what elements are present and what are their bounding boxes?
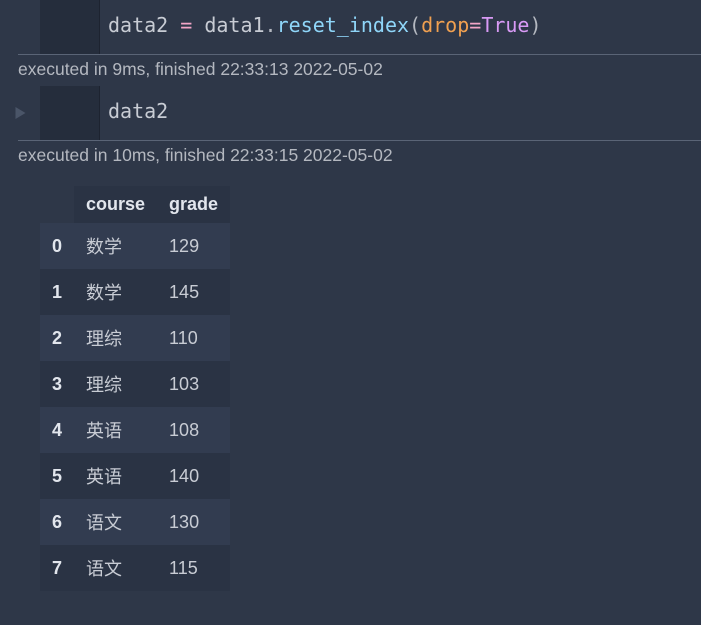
table-cell: 数学 (74, 223, 157, 269)
code-token: . (265, 13, 277, 37)
table-cell: 108 (157, 407, 230, 453)
code-editor[interactable]: data2 (100, 86, 701, 140)
table-row: 5英语140 (40, 453, 230, 499)
table-corner (40, 186, 74, 223)
cell-output: coursegrade 0数学1291数学1452理综1103理综1034英语1… (0, 172, 701, 591)
code-editor[interactable]: data2 = data1.reset_index(drop=True) (100, 0, 701, 54)
table-row: 0数学129 (40, 223, 230, 269)
table-cell: 140 (157, 453, 230, 499)
row-index: 7 (40, 545, 74, 591)
code-cell-2: data2 executed in 10ms, finished 22:33:1… (0, 86, 701, 172)
table-row: 7语文115 (40, 545, 230, 591)
row-index: 6 (40, 499, 74, 545)
table-cell: 115 (157, 545, 230, 591)
cell-gutter[interactable] (0, 86, 40, 140)
code-cell-1: data2 = data1.reset_index(drop=True) exe… (0, 0, 701, 86)
code-token: drop (421, 13, 469, 37)
execution-status: executed in 9ms, finished 22:33:13 2022-… (18, 54, 701, 86)
prompt-strip[interactable] (40, 86, 100, 140)
table-row: 1数学145 (40, 269, 230, 315)
table-row: 6语文130 (40, 499, 230, 545)
code-token: data1 (192, 13, 264, 37)
table-row: 2理综110 (40, 315, 230, 361)
code-token: = (180, 13, 192, 37)
row-index: 5 (40, 453, 74, 499)
table-row: 3理综103 (40, 361, 230, 407)
cell-gutter[interactable] (0, 0, 40, 54)
code-token: = (469, 13, 481, 37)
table-cell: 数学 (74, 269, 157, 315)
code-token: data2 (108, 99, 168, 123)
row-index: 0 (40, 223, 74, 269)
run-icon[interactable] (15, 107, 26, 119)
row-index: 2 (40, 315, 74, 361)
column-header: course (74, 186, 157, 223)
table-cell: 英语 (74, 453, 157, 499)
row-index: 3 (40, 361, 74, 407)
table-cell: 145 (157, 269, 230, 315)
table-cell: 语文 (74, 545, 157, 591)
table-cell: 理综 (74, 315, 157, 361)
row-index: 1 (40, 269, 74, 315)
table-cell: 110 (157, 315, 230, 361)
code-token: ( (409, 13, 421, 37)
code-token: reset_index (277, 13, 409, 37)
table-row: 4英语108 (40, 407, 230, 453)
code-token: data2 (108, 13, 180, 37)
table-cell: 英语 (74, 407, 157, 453)
code-token: True (481, 13, 529, 37)
code-token: ) (529, 13, 541, 37)
table-cell: 理综 (74, 361, 157, 407)
table-cell: 103 (157, 361, 230, 407)
column-header: grade (157, 186, 230, 223)
table-cell: 130 (157, 499, 230, 545)
prompt-strip[interactable] (40, 0, 100, 54)
execution-status: executed in 10ms, finished 22:33:15 2022… (18, 140, 701, 172)
dataframe-table: coursegrade 0数学1291数学1452理综1103理综1034英语1… (40, 186, 230, 591)
table-cell: 129 (157, 223, 230, 269)
table-cell: 语文 (74, 499, 157, 545)
row-index: 4 (40, 407, 74, 453)
